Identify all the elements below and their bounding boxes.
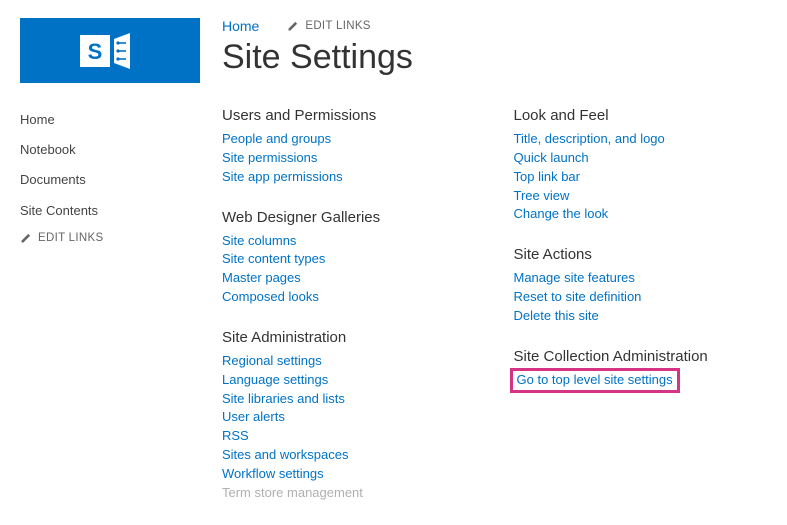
link-master-pages[interactable]: Master pages [222, 269, 476, 288]
link-change-the-look[interactable]: Change the look [514, 205, 768, 224]
page-title: Site Settings [222, 38, 767, 77]
settings-group-site-actions: Site Actions Manage site featuresReset to… [514, 246, 768, 326]
pencil-icon [287, 20, 299, 32]
link-rss[interactable]: RSS [222, 427, 476, 446]
link-reset-to-site-definition[interactable]: Reset to site definition [514, 288, 768, 307]
link-site-permissions[interactable]: Site permissions [222, 149, 476, 168]
settings-group-look-and-feel: Look and Feel Title, description, and log… [514, 107, 768, 224]
link-label: Go to top level site settings [517, 372, 673, 387]
link-delete-this-site[interactable]: Delete this site [514, 307, 768, 326]
settings-column-2: Look and Feel Title, description, and log… [514, 107, 768, 525]
top-bar: Home EDIT LINKS [222, 18, 767, 34]
group-heading: Users and Permissions [222, 107, 476, 124]
link-language-settings[interactable]: Language settings [222, 371, 476, 390]
group-heading: Look and Feel [514, 107, 768, 124]
nav-home[interactable]: Home [20, 111, 220, 129]
link-site-libraries-and-lists[interactable]: Site libraries and lists [222, 390, 476, 409]
quick-launch-nav: Home Notebook Documents Site Contents ED… [20, 111, 220, 244]
link-site-columns[interactable]: Site columns [222, 232, 476, 251]
settings-group-site-administration: Site Administration Regional settingsLang… [222, 329, 476, 503]
settings-group-site-collection-administration: Site Collection Administration Go to top … [514, 348, 768, 390]
sharepoint-logo[interactable]: S [20, 18, 200, 83]
link-term-store-management: Term store management [222, 484, 476, 503]
group-heading: Site Collection Administration [514, 348, 768, 365]
nav-documents[interactable]: Documents [20, 171, 220, 189]
breadcrumb-home[interactable]: Home [222, 18, 259, 34]
nav-notebook[interactable]: Notebook [20, 141, 220, 159]
nav-site-contents[interactable]: Site Contents [20, 202, 220, 220]
link-site-app-permissions[interactable]: Site app permissions [222, 168, 476, 187]
edit-links-top-button[interactable]: EDIT LINKS [287, 20, 370, 32]
settings-group-web-designer-galleries: Web Designer Galleries Site columnsSite c… [222, 209, 476, 307]
link-go-to-top-level-site-settings[interactable]: Go to top level site settings [514, 371, 768, 390]
group-heading: Site Actions [514, 246, 768, 263]
link-quick-launch[interactable]: Quick launch [514, 149, 768, 168]
group-heading: Web Designer Galleries [222, 209, 476, 226]
link-site-content-types[interactable]: Site content types [222, 250, 476, 269]
link-top-link-bar[interactable]: Top link bar [514, 168, 768, 187]
edit-links-button[interactable]: EDIT LINKS [20, 232, 220, 244]
link-regional-settings[interactable]: Regional settings [222, 352, 476, 371]
link-sites-and-workspaces[interactable]: Sites and workspaces [222, 446, 476, 465]
edit-links-top-label: EDIT LINKS [305, 20, 370, 32]
group-heading: Site Administration [222, 329, 476, 346]
settings-column-1: Users and PermissionsPeople and groupsSi… [222, 107, 476, 525]
link-user-alerts[interactable]: User alerts [222, 408, 476, 427]
link-people-and-groups[interactable]: People and groups [222, 130, 476, 149]
pencil-icon [20, 232, 32, 244]
link-workflow-settings[interactable]: Workflow settings [222, 465, 476, 484]
link-manage-site-features[interactable]: Manage site features [514, 269, 768, 288]
link-tree-view[interactable]: Tree view [514, 187, 768, 206]
settings-group-users-and-permissions: Users and PermissionsPeople and groupsSi… [222, 107, 476, 187]
link-composed-looks[interactable]: Composed looks [222, 288, 476, 307]
highlight-box: Go to top level site settings [510, 368, 680, 393]
svg-text:S: S [88, 39, 103, 64]
link-title-description-and-logo[interactable]: Title, description, and logo [514, 130, 768, 149]
edit-links-label: EDIT LINKS [38, 232, 103, 244]
